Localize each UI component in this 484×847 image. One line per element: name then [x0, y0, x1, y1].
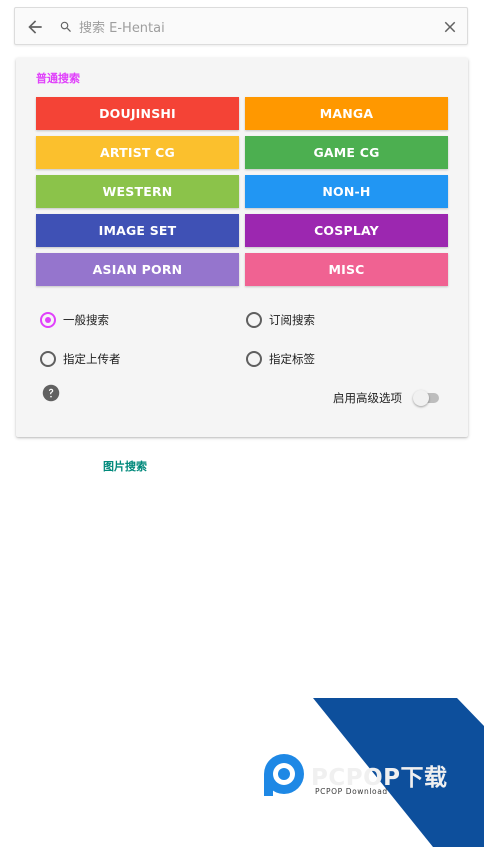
category-button-image-set[interactable]: IMAGE SET	[36, 214, 239, 247]
pcpop-logo	[264, 754, 304, 796]
radio-option-subscription-search[interactable]: 订阅搜索	[246, 312, 315, 328]
category-button-asian-porn[interactable]: ASIAN PORN	[36, 253, 239, 286]
category-button-cosplay[interactable]: COSPLAY	[245, 214, 448, 247]
radio-option-specific-tag[interactable]: 指定标签	[246, 351, 315, 367]
section-title-normal-search: 普通搜索	[36, 72, 80, 85]
radio-label: 一般搜索	[63, 313, 109, 327]
close-icon[interactable]	[441, 18, 459, 36]
switch-thumb	[413, 390, 429, 406]
advanced-options-toggle[interactable]	[413, 390, 441, 406]
category-button-game-cg[interactable]: GAME CG	[245, 136, 448, 169]
category-button-misc[interactable]: MISC	[245, 253, 448, 286]
radio-button[interactable]	[40, 351, 56, 367]
radio-button[interactable]	[246, 351, 262, 367]
category-button-western[interactable]: WESTERN	[36, 175, 239, 208]
radio-label: 指定上传者	[63, 352, 121, 366]
help-icon[interactable]	[42, 384, 60, 402]
radio-label: 指定标签	[269, 352, 315, 366]
search-bar	[14, 7, 468, 45]
watermark-sub: PCPOP Download	[315, 787, 388, 796]
search-input[interactable]	[77, 16, 421, 40]
radio-button[interactable]	[40, 312, 56, 328]
radio-label: 订阅搜索	[269, 313, 315, 327]
watermark: PCPOP下载 PCPOP Download	[255, 698, 484, 847]
image-search-link[interactable]: 图片搜索	[103, 458, 147, 474]
advanced-options-label: 启用高级选项	[333, 391, 402, 405]
search-icon	[60, 21, 71, 32]
radio-option-normal-search[interactable]: 一般搜索	[40, 312, 109, 328]
category-button-artist-cg[interactable]: ARTIST CG	[36, 136, 239, 169]
category-button-doujinshi[interactable]: DOUJINSHI	[36, 97, 239, 130]
back-arrow-icon[interactable]	[25, 17, 45, 37]
normal-search-card: 普通搜索 DOUJINSHI MANGA ARTIST CG GAME CG W…	[16, 58, 468, 437]
category-button-manga[interactable]: MANGA	[245, 97, 448, 130]
radio-button[interactable]	[246, 312, 262, 328]
radio-option-specific-uploader[interactable]: 指定上传者	[40, 351, 121, 367]
category-button-non-h[interactable]: NON-H	[245, 175, 448, 208]
category-grid: DOUJINSHI MANGA ARTIST CG GAME CG WESTER…	[36, 97, 448, 286]
